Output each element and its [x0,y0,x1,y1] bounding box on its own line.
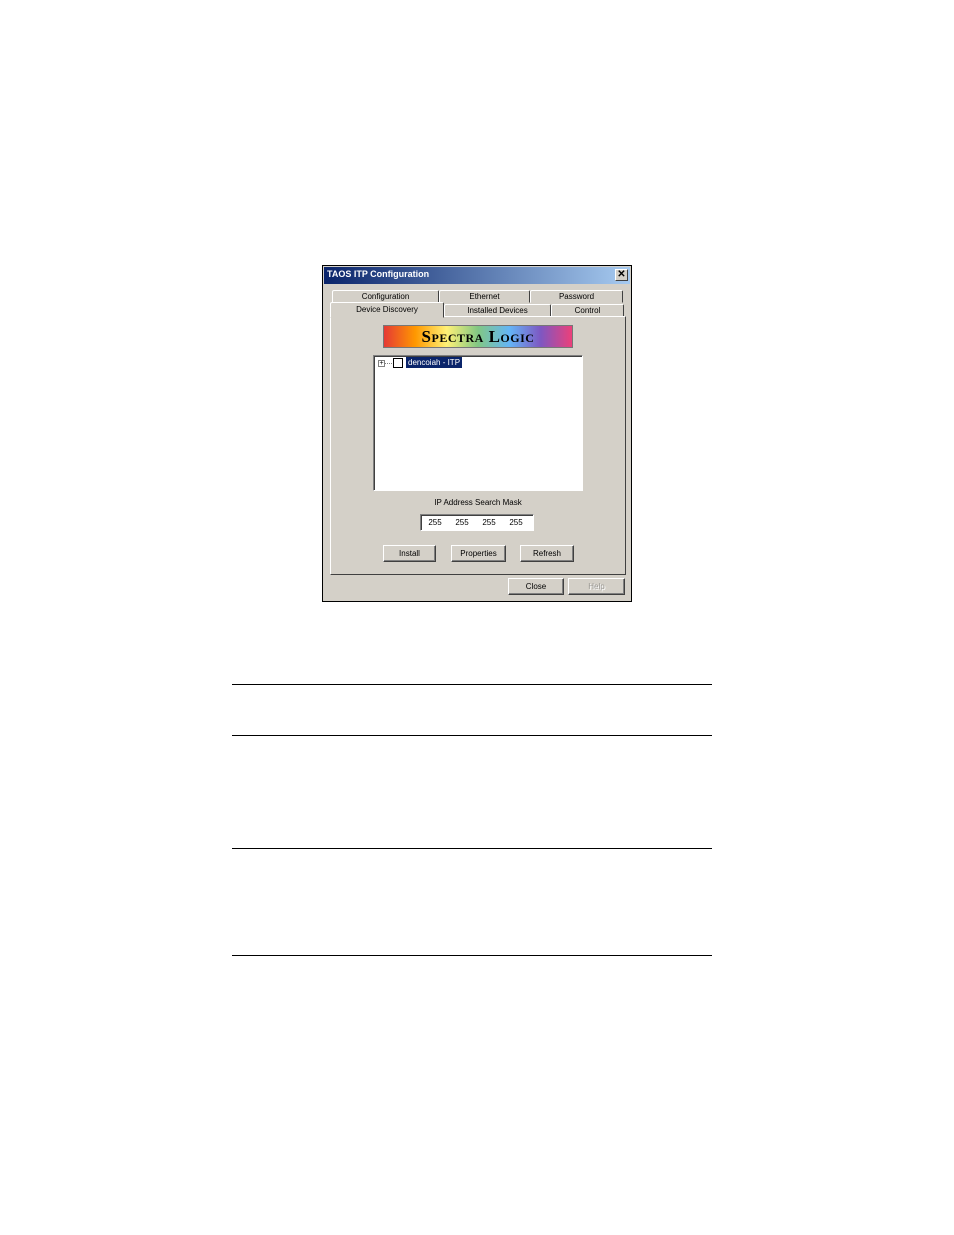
ip-mask-input[interactable]: 255 255 255 255 [420,514,534,531]
device-checkbox[interactable] [393,358,403,368]
help-button: Help [568,578,625,595]
device-discovery-panel: Spectra Logic + dencoiah - ITP IP Addres… [330,316,626,575]
divider-rule [232,955,712,956]
ip-octet-3[interactable]: 255 [479,518,499,527]
title-bar[interactable]: TAOS ITP Configuration ✕ [324,267,630,284]
refresh-button[interactable]: Refresh [520,545,574,562]
tab-ethernet[interactable]: Ethernet [439,290,530,303]
divider-rule [232,684,712,685]
divider-rule [232,848,712,849]
device-tree[interactable]: + dencoiah - ITP [373,355,583,491]
taos-itp-config-dialog: TAOS ITP Configuration ✕ Configuration E… [322,265,632,602]
properties-button[interactable]: Properties [451,545,506,562]
spectra-logic-logo: Spectra Logic [383,325,573,348]
ip-octet-1[interactable]: 255 [425,518,445,527]
tab-device-discovery[interactable]: Device Discovery [330,302,444,318]
tree-connector [385,363,392,364]
close-icon[interactable]: ✕ [615,269,628,281]
window-title: TAOS ITP Configuration [327,269,430,279]
tab-password[interactable]: Password [530,290,623,303]
close-button[interactable]: Close [508,578,564,595]
install-button[interactable]: Install [383,545,436,562]
ip-mask-label: IP Address Search Mask [434,498,522,507]
ip-octet-2[interactable]: 255 [452,518,472,527]
tree-item-device[interactable]: dencoiah - ITP [406,357,463,368]
divider-rule [232,735,712,736]
expand-plus-icon[interactable]: + [378,360,385,367]
ip-octet-4[interactable]: 255 [506,518,526,527]
